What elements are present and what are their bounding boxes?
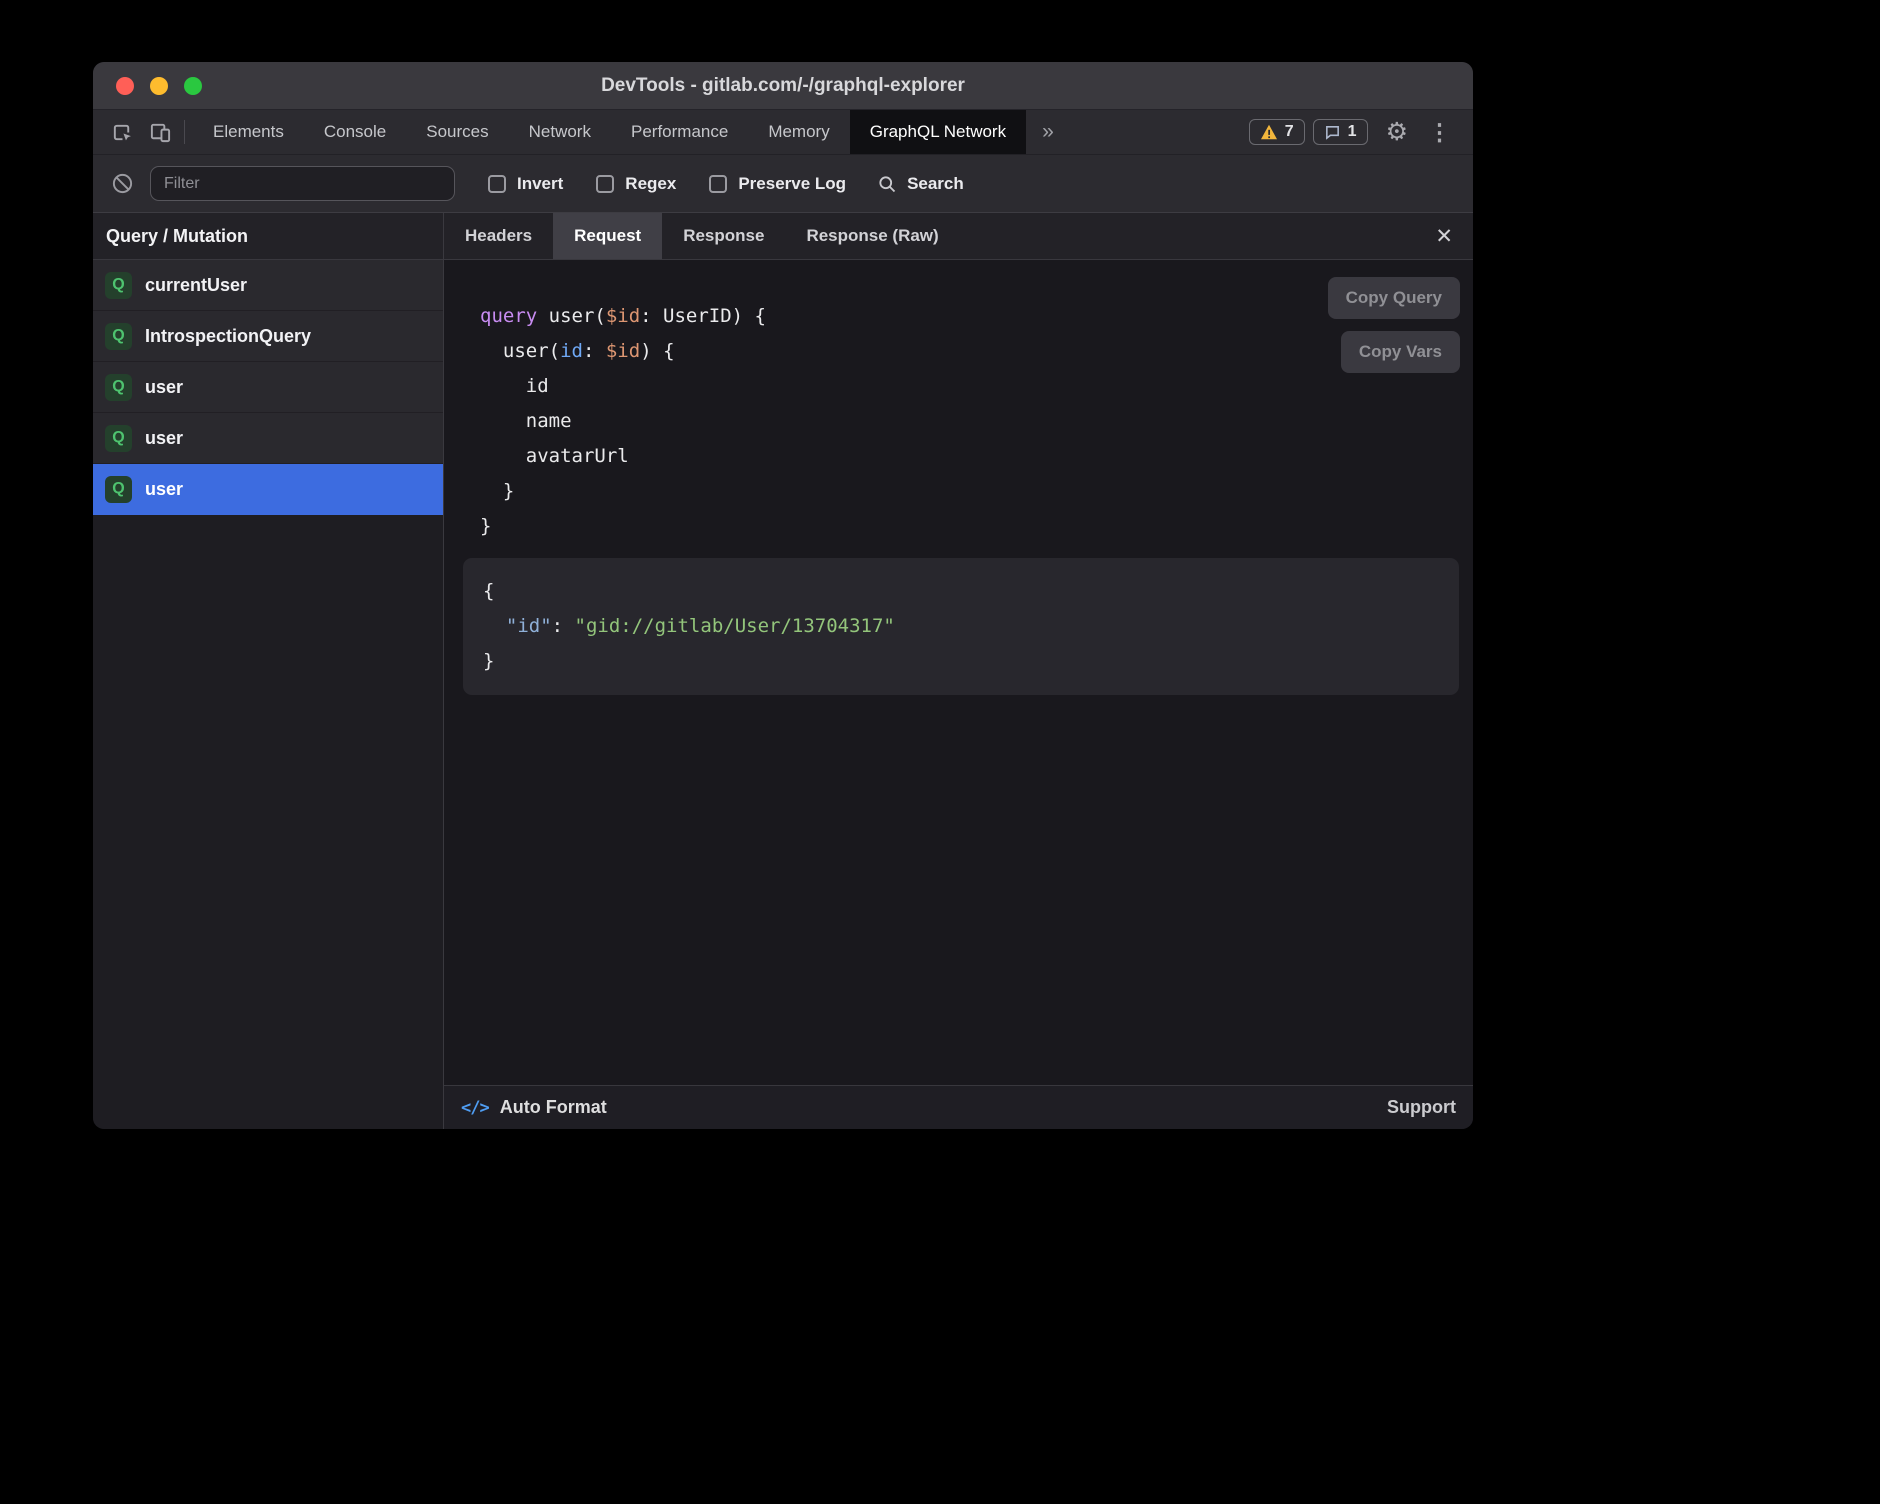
tab-sources[interactable]: Sources xyxy=(406,110,508,154)
preserve-log-label: Preserve Log xyxy=(738,174,846,194)
detail-footer: </> Auto Format Support xyxy=(444,1085,1473,1129)
request-body: Copy Query Copy Vars query user($id: Use… xyxy=(444,260,1473,1085)
search-button[interactable]: Search xyxy=(877,174,964,194)
preserve-log-checkbox[interactable] xyxy=(709,175,727,193)
minimize-window-button[interactable] xyxy=(150,77,168,95)
warning-icon xyxy=(1260,124,1278,140)
query-type-badge: Q xyxy=(105,425,132,452)
invert-label: Invert xyxy=(517,174,563,194)
auto-format-button[interactable]: Auto Format xyxy=(500,1097,607,1118)
search-label: Search xyxy=(907,174,964,194)
settings-gear-icon[interactable]: ⚙ xyxy=(1386,120,1408,145)
regex-checkbox[interactable] xyxy=(596,175,614,193)
invert-checkbox[interactable] xyxy=(488,175,506,193)
devtools-window: DevTools - gitlab.com/-/graphql-explorer… xyxy=(93,62,1473,1129)
query-item-label: user xyxy=(145,377,183,398)
support-link[interactable]: Support xyxy=(1387,1097,1456,1118)
request-variables-box: { "id": "gid://gitlab/User/13704317"} xyxy=(463,558,1459,695)
warnings-badge[interactable]: 7 xyxy=(1249,119,1305,145)
tab-response-raw[interactable]: Response (Raw) xyxy=(785,213,959,259)
tab-response[interactable]: Response xyxy=(662,213,785,259)
query-item-label: user xyxy=(145,428,183,449)
tab-performance[interactable]: Performance xyxy=(611,110,748,154)
device-toolbar-icon[interactable] xyxy=(149,121,172,144)
tabstrip-icons xyxy=(93,110,180,154)
search-icon xyxy=(877,174,897,194)
query-list-item-user-2[interactable]: Q user xyxy=(93,413,443,464)
preserve-log-checkbox-group[interactable]: Preserve Log xyxy=(709,174,846,194)
issues-badge[interactable]: 1 xyxy=(1313,119,1368,145)
main-area: Query / Mutation Q currentUser Q Introsp… xyxy=(93,213,1473,1129)
message-count: 1 xyxy=(1348,123,1357,141)
query-sidebar: Query / Mutation Q currentUser Q Introsp… xyxy=(93,213,444,1129)
titlebar: DevTools - gitlab.com/-/graphql-explorer xyxy=(93,62,1473,110)
copy-buttons: Copy Query Copy Vars xyxy=(1328,277,1460,373)
tab-elements[interactable]: Elements xyxy=(193,110,304,154)
auto-format-code-icon[interactable]: </> xyxy=(461,1098,489,1118)
request-variables-code: { "id": "gid://gitlab/User/13704317"} xyxy=(483,574,1439,679)
query-type-badge: Q xyxy=(105,323,132,350)
tab-network[interactable]: Network xyxy=(509,110,611,154)
query-list-item-currentuser[interactable]: Q currentUser xyxy=(93,260,443,311)
devtools-tabstrip: Elements Console Sources Network Perform… xyxy=(93,110,1473,155)
close-window-button[interactable] xyxy=(116,77,134,95)
request-query-code: query user($id: UserID) { user(id: $id) … xyxy=(480,299,1473,544)
tab-graphql-network[interactable]: GraphQL Network xyxy=(850,110,1026,154)
regex-checkbox-group[interactable]: Regex xyxy=(596,174,676,194)
query-list-item-user-1[interactable]: Q user xyxy=(93,362,443,413)
more-tabs-chevron-icon[interactable]: » xyxy=(1026,110,1070,154)
tab-console[interactable]: Console xyxy=(304,110,406,154)
tab-headers[interactable]: Headers xyxy=(444,213,553,259)
query-list-item-user-3-selected[interactable]: Q user xyxy=(93,464,443,515)
query-item-label: user xyxy=(145,479,183,500)
warning-count: 7 xyxy=(1285,123,1294,141)
copy-vars-button[interactable]: Copy Vars xyxy=(1341,331,1460,373)
inspect-element-icon[interactable] xyxy=(111,121,134,144)
sidebar-header: Query / Mutation xyxy=(93,213,443,260)
regex-label: Regex xyxy=(625,174,676,194)
close-icon[interactable]: ✕ xyxy=(1429,213,1459,259)
query-item-label: IntrospectionQuery xyxy=(145,326,311,347)
toolbar-separator xyxy=(184,120,185,144)
detail-tabs: Headers Request Response Response (Raw) … xyxy=(444,213,1473,260)
traffic-lights xyxy=(116,62,202,109)
copy-query-button[interactable]: Copy Query xyxy=(1328,277,1460,319)
clear-block-icon[interactable] xyxy=(111,172,134,195)
filter-input[interactable] xyxy=(150,166,455,201)
query-list-item-introspectionquery[interactable]: Q IntrospectionQuery xyxy=(93,311,443,362)
window-title: DevTools - gitlab.com/-/graphql-explorer xyxy=(601,75,965,97)
message-bubble-icon xyxy=(1324,124,1341,141)
tabstrip-right: 7 1 ⚙ ⋮ xyxy=(1249,110,1473,154)
query-item-label: currentUser xyxy=(145,275,247,296)
detail-panel: Headers Request Response Response (Raw) … xyxy=(444,213,1473,1129)
invert-checkbox-group[interactable]: Invert xyxy=(488,174,563,194)
query-type-badge: Q xyxy=(105,476,132,503)
query-type-badge: Q xyxy=(105,272,132,299)
zoom-window-button[interactable] xyxy=(184,77,202,95)
tab-memory[interactable]: Memory xyxy=(748,110,849,154)
filter-bar: Invert Regex Preserve Log Search xyxy=(93,155,1473,213)
kebab-menu-icon[interactable]: ⋮ xyxy=(1422,121,1457,144)
query-type-badge: Q xyxy=(105,374,132,401)
tab-request[interactable]: Request xyxy=(553,213,662,259)
